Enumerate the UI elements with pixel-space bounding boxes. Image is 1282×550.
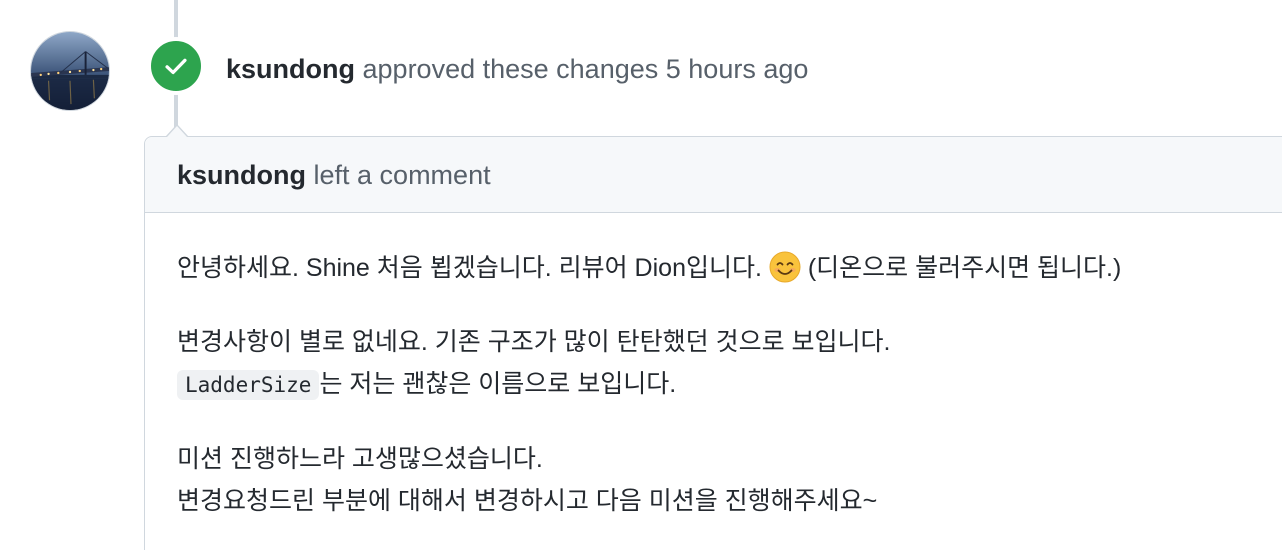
review-action-text: approved these changes bbox=[362, 54, 659, 84]
comment-caret-fill bbox=[167, 126, 187, 137]
comment-body: 안녕하세요. Shine 처음 뵙겠습니다. 리뷰어 Dion입니다. (디온으… bbox=[145, 213, 1282, 522]
comment-paragraph-3-line-1: 미션 진행하느라 고생많으셨습니다. bbox=[177, 445, 543, 473]
paragraph-1-suffix: (디온으로 불러주시면 됩니다.) bbox=[807, 254, 1122, 282]
smiling-face-emoji bbox=[769, 251, 801, 283]
comment-box: ksundong left a comment 안녕하세요. Shine 처음 … bbox=[144, 136, 1282, 550]
check-icon bbox=[165, 58, 187, 75]
timeline: ksundong approved these changes 5 hours … bbox=[0, 0, 1282, 550]
approved-badge bbox=[147, 37, 205, 95]
comment-header: ksundong left a comment bbox=[145, 137, 1282, 213]
avatar[interactable] bbox=[30, 31, 110, 111]
comment-paragraph-2-line-2: LadderSize 는 저는 괜찮은 이름으로 보입니다. bbox=[177, 363, 1271, 406]
inline-code: LadderSize bbox=[177, 370, 320, 400]
comment-author-link[interactable]: ksundong bbox=[177, 160, 306, 190]
review-header: ksundong approved these changes 5 hours … bbox=[226, 50, 808, 88]
avatar-image bbox=[31, 32, 109, 110]
review-author-link[interactable]: ksundong bbox=[226, 54, 355, 84]
comment-paragraph-1: 안녕하세요. Shine 처음 뵙겠습니다. 리뷰어 Dion입니다. (디온으… bbox=[177, 213, 1271, 289]
comment-action-text: left a comment bbox=[313, 160, 491, 190]
comment-paragraph-2-line-1: 변경사항이 별로 없네요. 기존 구조가 많이 탄탄했던 것으로 보입니다. bbox=[177, 328, 891, 356]
comment-paragraph-3-line-2: 변경요청드린 부분에 대해서 변경하시고 다음 미션을 진행해주세요~ bbox=[177, 487, 878, 515]
paragraph-1-text: 안녕하세요. Shine 처음 뵙겠습니다. 리뷰어 Dion입니다. bbox=[177, 254, 762, 282]
review-timestamp-link[interactable]: 5 hours ago bbox=[666, 54, 809, 84]
paragraph-2-line-2-text: 는 저는 괜찮은 이름으로 보입니다. bbox=[319, 370, 677, 398]
